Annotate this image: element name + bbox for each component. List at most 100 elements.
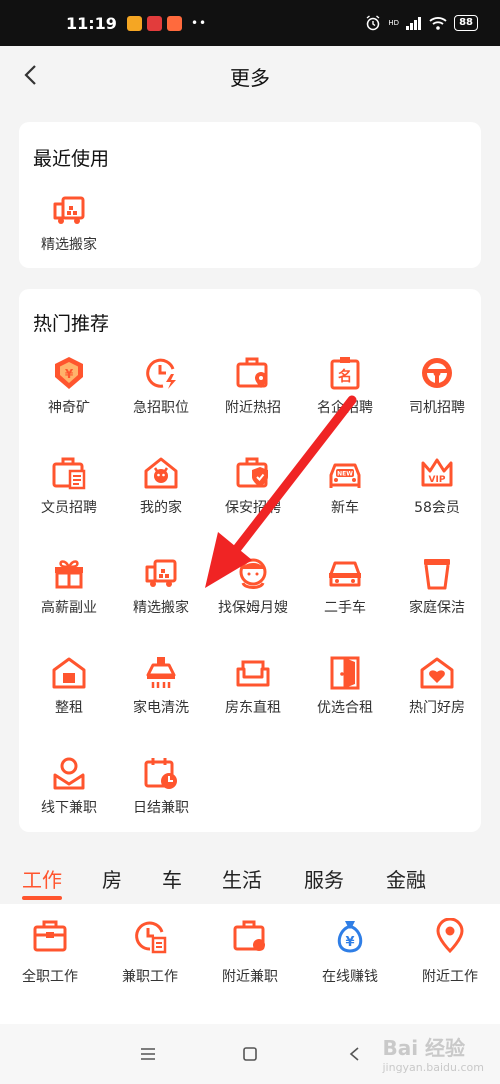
hot-item-new-car[interactable]: NEW 新车 (295, 451, 395, 531)
tab-car[interactable]: 车 (162, 864, 182, 893)
svg-text:NEW: NEW (337, 471, 353, 478)
hot-item-security-jobs[interactable]: 保安招聘 (203, 451, 303, 531)
recent-item-label: 精选搬家 (41, 237, 97, 253)
signal-icon (406, 17, 422, 30)
moving-truck-icon (51, 192, 87, 228)
hot-item-home-cleaning[interactable]: 家庭保洁 (387, 551, 487, 631)
hot-item-label: 日结兼职 (133, 800, 189, 816)
tab-service[interactable]: 服务 (304, 864, 344, 893)
hd-indicator: HD (388, 19, 400, 27)
recent-section-title: 最近使用 (33, 148, 110, 170)
recent-apps-button[interactable] (136, 1042, 160, 1066)
status-bar: 11:19 •• HD 88 (0, 0, 500, 46)
watermark-sub: jingyan.baidu.com (382, 1061, 484, 1074)
person-mail-icon (51, 755, 87, 791)
tab-life[interactable]: 生活 (222, 864, 262, 893)
hot-item-offline-part-time[interactable]: 线下兼职 (19, 751, 119, 831)
door-icon (327, 655, 363, 691)
briefcase-dot-icon (232, 918, 268, 954)
badge-name-icon: 名 (327, 355, 363, 391)
work-item-online-earning[interactable]: ¥ 在线赚钱 (300, 918, 400, 998)
hot-item-shared-rent[interactable]: 优选合租 (295, 651, 395, 731)
clock-flash-icon (143, 355, 179, 391)
cleaning-bucket-icon (419, 555, 455, 591)
work-item-label: 附近工作 (422, 969, 478, 985)
wifi-icon (429, 17, 447, 30)
range-hood-icon (143, 655, 179, 691)
briefcase-icon (32, 918, 68, 954)
home-button[interactable] (238, 1042, 262, 1066)
hot-item-driver-jobs[interactable]: 司机招聘 (387, 351, 487, 431)
work-item-nearby-jobs[interactable]: 附近工作 (400, 917, 500, 998)
menu-icon (141, 1048, 155, 1060)
house-icon (51, 655, 87, 691)
briefcase-doc-icon (51, 455, 87, 491)
svg-text:VIP: VIP (429, 475, 446, 485)
hot-item-label: 司机招聘 (409, 400, 465, 416)
hot-item-daily-pay[interactable]: 日结兼职 (111, 751, 211, 831)
hot-item-side-job[interactable]: 高薪副业 (19, 551, 119, 631)
baidu-jingyan-watermark: Bai 经验 jingyan.baidu.com (382, 1032, 484, 1074)
system-back-button[interactable] (342, 1042, 366, 1066)
news-notification-icon (146, 15, 162, 31)
vip-crown-icon: VIP (419, 455, 455, 491)
status-time: 11:19 (66, 13, 117, 33)
work-item-nearby-part-time[interactable]: 附近兼职 (200, 918, 300, 998)
back-triangle-icon (349, 1047, 359, 1061)
home-face-icon (143, 455, 179, 491)
battery-indicator: 88 (454, 15, 478, 31)
location-pin-icon (432, 917, 468, 954)
hot-item-appliance-cleaning[interactable]: 家电清洗 (111, 651, 211, 731)
tab-finance[interactable]: 金融 (386, 864, 426, 893)
square-home-icon (243, 1047, 257, 1061)
work-item-full-time[interactable]: 全职工作 (0, 918, 100, 998)
hot-item-hot-houses[interactable]: 热门好房 (387, 651, 487, 731)
svg-text:名: 名 (338, 368, 352, 385)
hot-item-clerk-jobs[interactable]: 文员招聘 (19, 451, 119, 531)
new-car-icon: NEW (327, 455, 363, 491)
hot-item-shenqikuang[interactable]: ¥ 神奇矿 (19, 351, 119, 431)
category-tabs: 工作 房 车 生活 服务 金融 (0, 852, 500, 904)
hot-item-label: 热门好房 (409, 700, 465, 716)
alarm-icon (366, 15, 380, 31)
gift-icon (51, 555, 87, 591)
used-car-icon (327, 555, 363, 591)
house-heart-icon (419, 655, 455, 691)
more-notifications-icon: •• (190, 16, 208, 30)
hot-item-used-car[interactable]: 二手车 (295, 551, 395, 631)
hot-item-label: 58会员 (414, 500, 460, 516)
active-tab-indicator (22, 896, 62, 900)
hot-item-famous-companies[interactable]: 名 名企招聘 (295, 351, 395, 431)
moving-truck-icon (143, 555, 179, 591)
steering-wheel-icon (419, 355, 455, 391)
tab-house[interactable]: 房 (102, 864, 122, 893)
nanny-icon (235, 555, 271, 591)
hot-item-58-vip[interactable]: VIP 58会员 (387, 451, 487, 531)
recent-item-moving[interactable]: 精选搬家 (19, 188, 119, 268)
money-bag-icon: ¥ (332, 918, 368, 954)
calendar-clock-icon (143, 755, 179, 791)
hot-item-moving[interactable]: 精选搬家 (111, 551, 211, 631)
watermark-main: Bai 经验 (382, 1036, 466, 1060)
tab-work[interactable]: 工作 (22, 864, 62, 893)
shop-notification-icon (166, 15, 182, 31)
svg-text:¥: ¥ (65, 367, 74, 381)
hot-item-whole-rent[interactable]: 整租 (19, 651, 119, 731)
hot-item-nanny[interactable]: 找保姆月嫂 (203, 551, 303, 631)
work-item-part-time[interactable]: 兼职工作 (100, 918, 200, 998)
briefcase-pin-icon (235, 355, 271, 391)
svg-text:¥: ¥ (345, 935, 354, 950)
hot-section-title: 热门推荐 (33, 313, 110, 335)
briefcase-shield-icon (235, 455, 271, 491)
navigation-bar: 更多 (0, 46, 500, 104)
hot-item-label: 家庭保洁 (409, 600, 465, 616)
yuan-shield-icon: ¥ (51, 355, 87, 391)
sofa-icon (235, 655, 271, 691)
hot-item-nearby-hot-jobs[interactable]: 附近热招 (203, 351, 303, 431)
hot-item-my-home[interactable]: 我的家 (111, 451, 211, 531)
page-title: 更多 (230, 66, 270, 90)
hot-item-urgent-jobs[interactable]: 急招职位 (111, 351, 211, 431)
hot-item-landlord-rent[interactable]: 房东直租 (203, 651, 303, 731)
hot-section: 热门推荐 ¥ 神奇矿 急招职位 附近热招 名 名企招聘 司机招聘 文员招聘 我的… (19, 289, 481, 832)
recent-section: 最近使用 精选搬家 (19, 122, 481, 268)
